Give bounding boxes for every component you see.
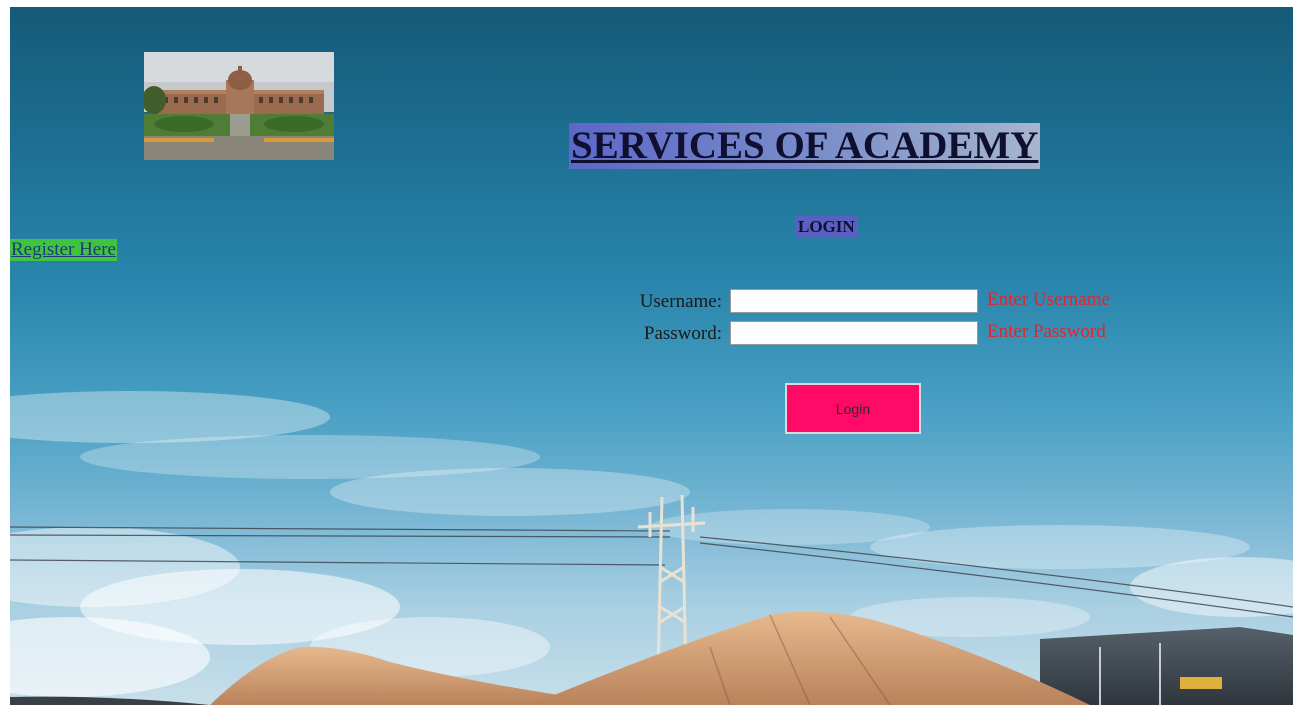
password-input[interactable]	[730, 321, 978, 345]
username-input[interactable]	[730, 289, 978, 313]
password-label: Password:	[643, 323, 722, 344]
shipping-container	[1040, 627, 1293, 705]
register-link[interactable]: Register Here	[10, 239, 117, 261]
page-viewport: Register Here SERVICES OF ACADEMY LOGIN …	[10, 7, 1293, 705]
username-row: Username:	[570, 289, 722, 317]
login-button[interactable]: Login	[785, 383, 921, 434]
password-hint: Enter Password	[987, 321, 1106, 342]
username-hint: Enter Username	[987, 289, 1110, 310]
password-row: Password:	[570, 321, 722, 349]
campus-photo	[144, 52, 334, 160]
username-label: Username:	[639, 291, 722, 312]
login-heading: LOGIN	[795, 216, 858, 238]
page-title: SERVICES OF ACADEMY	[569, 123, 1041, 169]
